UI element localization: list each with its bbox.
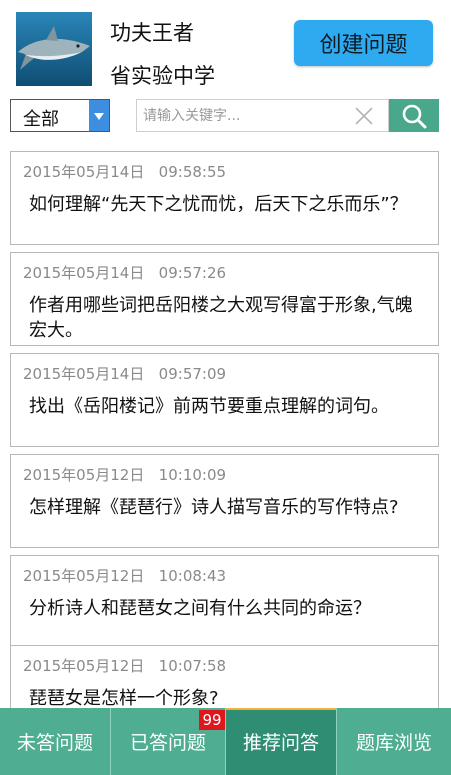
category-selected-value: 全部: [23, 109, 59, 130]
question-timestamp: 2015年05月12日 10:08:43: [23, 567, 227, 585]
avatar[interactable]: [16, 12, 92, 86]
search-box: [136, 99, 389, 132]
user-name: 功夫王者: [110, 21, 194, 45]
close-icon[interactable]: [354, 106, 374, 126]
question-text: 怎样理解《琵琶行》诗人描写音乐的写作特点?: [29, 497, 399, 518]
question-text: 如何理解“先天下之忧而忧，后天下之乐而乐”？: [29, 194, 408, 215]
question-card[interactable]: 2015年05月12日 10:08:43 分析诗人和琵琶女之间有什么共同的命运？: [10, 555, 439, 649]
question-text: 找出《岳阳楼记》前两节要重点理解的词句。: [29, 396, 389, 417]
category-dropdown[interactable]: 全部: [10, 99, 110, 132]
question-text: 琵琶女是怎样一个形象?: [29, 688, 219, 708]
create-question-button[interactable]: 创建问题: [294, 20, 433, 66]
question-card[interactable]: 2015年05月12日 10:07:58 琵琶女是怎样一个形象?: [10, 645, 439, 708]
tab-question-bank[interactable]: 题库浏览: [337, 708, 451, 775]
active-tab-indicator: [226, 708, 336, 710]
search-input[interactable]: [143, 104, 343, 128]
profile-header: 功夫王者 省实验中学 创建问题: [0, 0, 451, 96]
question-timestamp: 2015年05月14日 09:57:26: [23, 264, 227, 282]
search-button[interactable]: [389, 99, 439, 132]
question-timestamp: 2015年05月12日 10:07:58: [23, 657, 227, 675]
answered-count-badge: 99: [199, 710, 225, 730]
question-card[interactable]: 2015年05月14日 09:57:09 找出《岳阳楼记》前两节要重点理解的词句…: [10, 353, 439, 447]
question-timestamp: 2015年05月14日 09:58:55: [23, 163, 227, 181]
question-text: 作者用哪些词把岳阳楼之大观写得富于形象,气魄宏大。: [29, 295, 413, 341]
tab-recommended[interactable]: 推荐问答: [226, 708, 336, 775]
question-list: 2015年05月14日 09:58:55 如何理解“先天下之忧而忧，后天下之乐而…: [10, 151, 439, 708]
shark-image: [16, 12, 92, 86]
tab-unanswered[interactable]: 未答问题: [0, 708, 110, 775]
app-screen: 功夫王者 省实验中学 创建问题 全部 2015年05月14日 09:58:55 …: [0, 0, 451, 775]
question-card[interactable]: 2015年05月12日 10:10:09 怎样理解《琵琶行》诗人描写音乐的写作特…: [10, 454, 439, 548]
question-timestamp: 2015年05月12日 10:10:09: [23, 466, 227, 484]
question-timestamp: 2015年05月14日 09:57:09: [23, 365, 227, 383]
triangle-down-icon: [89, 100, 109, 131]
school-name: 省实验中学: [110, 64, 215, 88]
question-card[interactable]: 2015年05月14日 09:58:55 如何理解“先天下之忧而忧，后天下之乐而…: [10, 151, 439, 245]
question-text: 分析诗人和琵琶女之间有什么共同的命运？: [29, 598, 371, 619]
search-icon: [402, 104, 427, 128]
bottom-tab-bar: 未答问题 已答问题 推荐问答 题库浏览: [0, 708, 451, 775]
question-card[interactable]: 2015年05月14日 09:57:26 作者用哪些词把岳阳楼之大观写得富于形象…: [10, 252, 439, 346]
